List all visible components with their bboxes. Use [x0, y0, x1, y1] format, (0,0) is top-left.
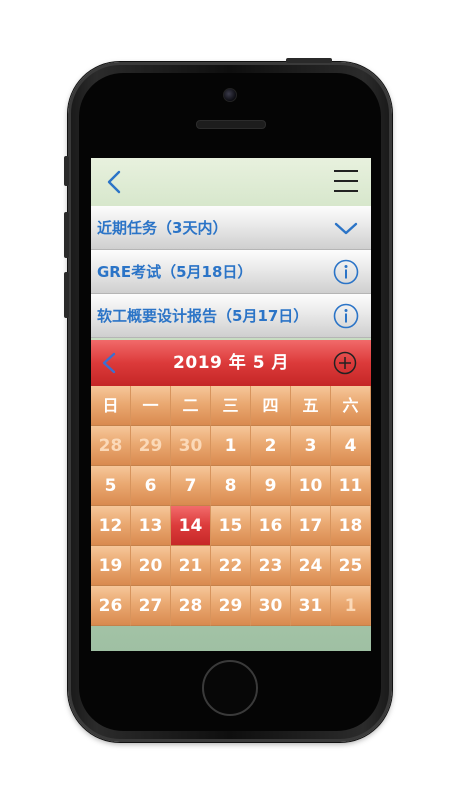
- calendar-header: 2019 年 5 月: [91, 340, 371, 386]
- weekday-label: 三: [211, 386, 251, 426]
- calendar-week-row: 26 27 28 29 30 31 1: [91, 586, 371, 626]
- info-icon[interactable]: [333, 259, 359, 285]
- day-cell[interactable]: 24: [291, 546, 331, 586]
- task-row-label: GRE考试（5月18日）: [97, 263, 253, 281]
- home-button: [202, 660, 258, 716]
- day-cell[interactable]: 10: [291, 466, 331, 506]
- top-nav-bar: [91, 158, 371, 207]
- task-row-gre[interactable]: GRE考试（5月18日）: [91, 250, 371, 294]
- day-cell[interactable]: 3: [291, 426, 331, 466]
- day-cell[interactable]: 28: [91, 426, 131, 466]
- day-cell[interactable]: 30: [171, 426, 211, 466]
- day-cell[interactable]: 12: [91, 506, 131, 546]
- weekday-header-row: 日一二三四五六: [91, 386, 371, 426]
- day-cell[interactable]: 6: [131, 466, 171, 506]
- day-cell[interactable]: 2: [251, 426, 291, 466]
- calendar-week-row: 12 13 14 15 16 17 18: [91, 506, 371, 546]
- day-cell[interactable]: 11: [331, 466, 371, 506]
- day-cell[interactable]: 28: [171, 586, 211, 626]
- today-day-cell[interactable]: 14: [171, 506, 211, 546]
- volume-down-button: [64, 272, 69, 318]
- day-cell[interactable]: 22: [211, 546, 251, 586]
- task-row-label: 近期任务（3天内）: [97, 219, 228, 237]
- day-cell[interactable]: 25: [331, 546, 371, 586]
- day-cell[interactable]: 8: [211, 466, 251, 506]
- calendar-week-row: 5 6 7 8 9 10 11: [91, 466, 371, 506]
- day-cell[interactable]: 29: [211, 586, 251, 626]
- day-cell[interactable]: 30: [251, 586, 291, 626]
- mute-switch: [64, 156, 69, 186]
- day-cell[interactable]: 7: [171, 466, 211, 506]
- app-screen: 近期任务（3天内） GRE考试（5月18日） 软工概要设计报告（5月17日） 2…: [91, 158, 371, 651]
- day-cell[interactable]: 16: [251, 506, 291, 546]
- weekday-label: 二: [171, 386, 211, 426]
- day-cell[interactable]: 1: [331, 586, 371, 626]
- weekday-label: 日: [91, 386, 131, 426]
- task-row-label: 软工概要设计报告（5月17日）: [97, 307, 309, 325]
- day-cell[interactable]: 4: [331, 426, 371, 466]
- day-cell[interactable]: 1: [211, 426, 251, 466]
- power-button: [286, 58, 332, 63]
- task-row-report[interactable]: 软工概要设计报告（5月17日）: [91, 294, 371, 338]
- day-cell[interactable]: 15: [211, 506, 251, 546]
- day-cell[interactable]: 23: [251, 546, 291, 586]
- task-row-recent[interactable]: 近期任务（3天内）: [91, 206, 371, 250]
- earpiece-speaker: [196, 120, 266, 129]
- day-cell[interactable]: 19: [91, 546, 131, 586]
- back-chevron-icon[interactable]: [105, 170, 125, 194]
- info-icon[interactable]: [333, 303, 359, 329]
- weekday-label: 四: [251, 386, 291, 426]
- day-cell[interactable]: 21: [171, 546, 211, 586]
- hamburger-menu-icon[interactable]: [334, 168, 358, 194]
- add-event-icon[interactable]: [333, 351, 357, 375]
- chevron-down-icon[interactable]: [333, 215, 359, 241]
- day-cell[interactable]: 17: [291, 506, 331, 546]
- weekday-label: 五: [291, 386, 331, 426]
- calendar-week-row: 19 20 21 22 23 24 25: [91, 546, 371, 586]
- day-cell[interactable]: 27: [131, 586, 171, 626]
- front-camera: [223, 88, 237, 102]
- day-cell[interactable]: 31: [291, 586, 331, 626]
- day-cell[interactable]: 20: [131, 546, 171, 586]
- volume-up-button: [64, 212, 69, 258]
- day-cell[interactable]: 18: [331, 506, 371, 546]
- day-cell[interactable]: 5: [91, 466, 131, 506]
- calendar-month-title: 2019 年 5 月: [173, 353, 289, 373]
- day-cell[interactable]: 29: [131, 426, 171, 466]
- weekday-label: 六: [331, 386, 371, 426]
- calendar-week-row: 28 29 30 1 2 3 4: [91, 426, 371, 466]
- day-cell[interactable]: 9: [251, 466, 291, 506]
- day-cell[interactable]: 26: [91, 586, 131, 626]
- weekday-label: 一: [131, 386, 171, 426]
- day-cell[interactable]: 13: [131, 506, 171, 546]
